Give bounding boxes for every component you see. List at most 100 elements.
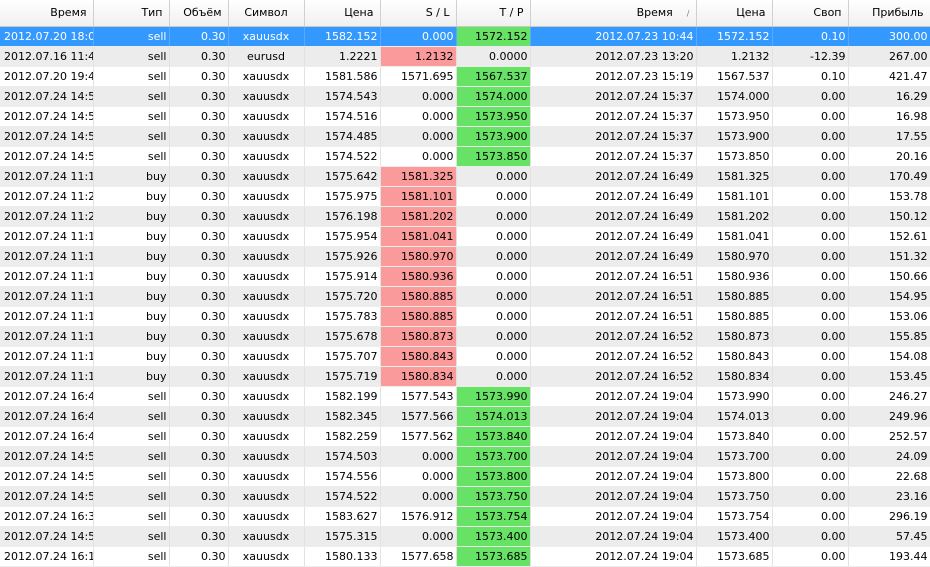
col-header-sl[interactable]: S / L: [380, 0, 457, 27]
cell-close-time: 2012.07.24 16:51: [530, 306, 697, 327]
table-row[interactable]: 2012.07.20 19:48 sell 0.30 xauusdx 1581.586 1…: [0, 66, 930, 87]
cell-close-price: 1573.850: [696, 146, 773, 167]
cell-close-price: 1581.325: [696, 166, 773, 187]
table-row[interactable]: 2012.07.24 11:19 buy 0.30 xauusdx 1575.954 15…: [0, 226, 930, 247]
table-row[interactable]: 2012.07.24 11:19 buy 0.30 xauusdx 1575.926 15…: [0, 246, 930, 267]
cell-close-price: 1572.152: [696, 26, 773, 47]
table-row[interactable]: 2012.07.24 11:19 buy 0.30 xauusdx 1575.707 15…: [0, 346, 930, 367]
table-row[interactable]: 2012.07.24 11:19 buy 0.30 xauusdx 1575.914 15…: [0, 266, 930, 287]
cell-swap: 0.00: [772, 406, 849, 427]
cell-close-time: 2012.07.24 16:49: [530, 226, 697, 247]
cell-swap: 0.00: [772, 286, 849, 307]
col-header-profit[interactable]: Прибыль: [848, 0, 930, 27]
cell-sl: 1577.543: [380, 386, 457, 407]
col-header-close-price[interactable]: Цена: [696, 0, 773, 27]
table-row[interactable]: 2012.07.24 14:50 sell 0.30 xauusdx 1574.516 0…: [0, 106, 930, 127]
cell-open-price: 1575.720: [304, 286, 381, 307]
cell-close-price: 1581.041: [696, 226, 773, 247]
table-row[interactable]: 2012.07.24 11:19 buy 0.30 xauusdx 1575.720 15…: [0, 286, 930, 307]
table-row[interactable]: 2012.07.24 16:41 sell 0.30 xauusdx 1582.345 1…: [0, 406, 930, 427]
cell-sl: 1580.843: [380, 346, 457, 367]
cell-open-price: 1582.345: [304, 406, 381, 427]
cell-sl: 1571.695: [380, 66, 457, 87]
cell-profit: 421.47: [848, 66, 930, 87]
table-row[interactable]: 2012.07.24 16:45 sell 0.30 xauusdx 1582.199 1…: [0, 386, 930, 407]
cell-type: buy: [93, 206, 170, 227]
cell-type: buy: [93, 306, 170, 327]
cell-sl: 0.000: [380, 86, 457, 107]
sort-indicator-icon: /: [686, 9, 690, 19]
table-row[interactable]: 2012.07.24 11:19 buy 0.30 xauusdx 1575.719 15…: [0, 366, 930, 387]
cell-open-price: 1574.522: [304, 486, 381, 507]
cell-type: buy: [93, 166, 170, 187]
cell-swap: 0.00: [772, 346, 849, 367]
cell-open-time: 2012.07.24 16:45: [0, 386, 94, 407]
cell-sl: 0.000: [380, 486, 457, 507]
cell-sl: 1.2132: [380, 46, 457, 67]
table-row[interactable]: 2012.07.24 14:50 sell 0.30 xauusdx 1574.485 0…: [0, 126, 930, 147]
table-row[interactable]: 2012.07.16 11:45 sell 0.30 eurusd 1.2221 1.21…: [0, 46, 930, 67]
cell-close-price: 1573.900: [696, 126, 773, 147]
cell-symbol: xauusdx: [228, 86, 305, 107]
col-header-type[interactable]: Тип: [93, 0, 170, 27]
col-header-swap[interactable]: Своп: [772, 0, 849, 27]
table-row[interactable]: 2012.07.24 14:50 sell 0.30 xauusdx 1574.522 0…: [0, 146, 930, 167]
cell-open-time: 2012.07.24 16:14: [0, 546, 94, 567]
cell-open-time: 2012.07.24 11:19: [0, 246, 94, 267]
cell-swap: 0.10: [772, 66, 849, 87]
col-header-close-time[interactable]: Время /: [530, 0, 697, 27]
table-row[interactable]: 2012.07.20 18:07 sell 0.30 xauusdx 1582.152 0…: [0, 26, 930, 47]
cell-type: buy: [93, 266, 170, 287]
col-header-symbol[interactable]: Символ: [228, 0, 305, 27]
cell-open-price: 1575.707: [304, 346, 381, 367]
cell-symbol: xauusdx: [228, 306, 305, 327]
table-row[interactable]: 2012.07.24 14:50 sell 0.30 xauusdx 1574.503 0…: [0, 446, 930, 467]
cell-sl: 0.000: [380, 146, 457, 167]
table-row[interactable]: 2012.07.24 11:19 buy 0.30 xauusdx 1575.642 15…: [0, 166, 930, 187]
table-row[interactable]: 2012.07.24 16:14 sell 0.30 xauusdx 1580.133 1…: [0, 546, 930, 567]
cell-open-time: 2012.07.24 11:19: [0, 366, 94, 387]
table-row[interactable]: 2012.07.24 11:20 buy 0.30 xauusdx 1575.975 15…: [0, 186, 930, 207]
cell-open-price: 1582.199: [304, 386, 381, 407]
cell-close-time: 2012.07.24 15:37: [530, 126, 697, 147]
cell-open-time: 2012.07.24 11:19: [0, 166, 94, 187]
cell-sl: 1580.885: [380, 306, 457, 327]
cell-tp: 1574.000: [456, 86, 531, 107]
col-header-open-price[interactable]: Цена: [304, 0, 381, 27]
cell-swap: 0.00: [772, 506, 849, 527]
col-header-open-time[interactable]: Время: [0, 0, 94, 27]
cell-close-time: 2012.07.24 19:04: [530, 466, 697, 487]
cell-swap: 0.00: [772, 86, 849, 107]
cell-type: sell: [93, 426, 170, 447]
table-row[interactable]: 2012.07.24 14:50 sell 0.30 xauusdx 1574.543 0…: [0, 86, 930, 107]
cell-open-price: 1575.642: [304, 166, 381, 187]
cell-sl: 0.000: [380, 26, 457, 47]
cell-type: sell: [93, 46, 170, 67]
table-row[interactable]: 2012.07.24 14:52 sell 0.30 xauusdx 1575.315 0…: [0, 526, 930, 547]
table-row[interactable]: 2012.07.24 14:50 sell 0.30 xauusdx 1574.556 0…: [0, 466, 930, 487]
cell-symbol: xauusdx: [228, 106, 305, 127]
cell-tp: 0.000: [456, 186, 531, 207]
col-header-volume[interactable]: Объём: [169, 0, 229, 27]
cell-close-price: 1580.970: [696, 246, 773, 267]
col-header-tp[interactable]: T / P: [456, 0, 531, 27]
table-row[interactable]: 2012.07.24 16:38 sell 0.30 xauusdx 1583.627 1…: [0, 506, 930, 527]
table-row[interactable]: 2012.07.24 14:50 sell 0.30 xauusdx 1574.522 0…: [0, 486, 930, 507]
table-row[interactable]: 2012.07.24 11:19 buy 0.30 xauusdx 1575.678 15…: [0, 326, 930, 347]
cell-symbol: xauusdx: [228, 266, 305, 287]
cell-profit: 193.44: [848, 546, 930, 567]
cell-tp: 1573.900: [456, 126, 531, 147]
cell-type: sell: [93, 486, 170, 507]
cell-swap: 0.00: [772, 146, 849, 167]
table-row[interactable]: 2012.07.24 11:20 buy 0.30 xauusdx 1576.198 15…: [0, 206, 930, 227]
cell-volume: 0.30: [169, 266, 229, 287]
cell-tp: 1572.152: [456, 26, 531, 47]
cell-profit: 300.00: [848, 26, 930, 47]
cell-symbol: xauusdx: [228, 346, 305, 367]
cell-profit: 24.09: [848, 446, 930, 467]
table-row[interactable]: 2012.07.24 16:45 sell 0.30 xauusdx 1582.259 1…: [0, 426, 930, 447]
cell-open-time: 2012.07.24 11:19: [0, 286, 94, 307]
cell-type: sell: [93, 386, 170, 407]
table-row[interactable]: 2012.07.24 11:19 buy 0.30 xauusdx 1575.783 15…: [0, 306, 930, 327]
cell-swap: 0.00: [772, 386, 849, 407]
